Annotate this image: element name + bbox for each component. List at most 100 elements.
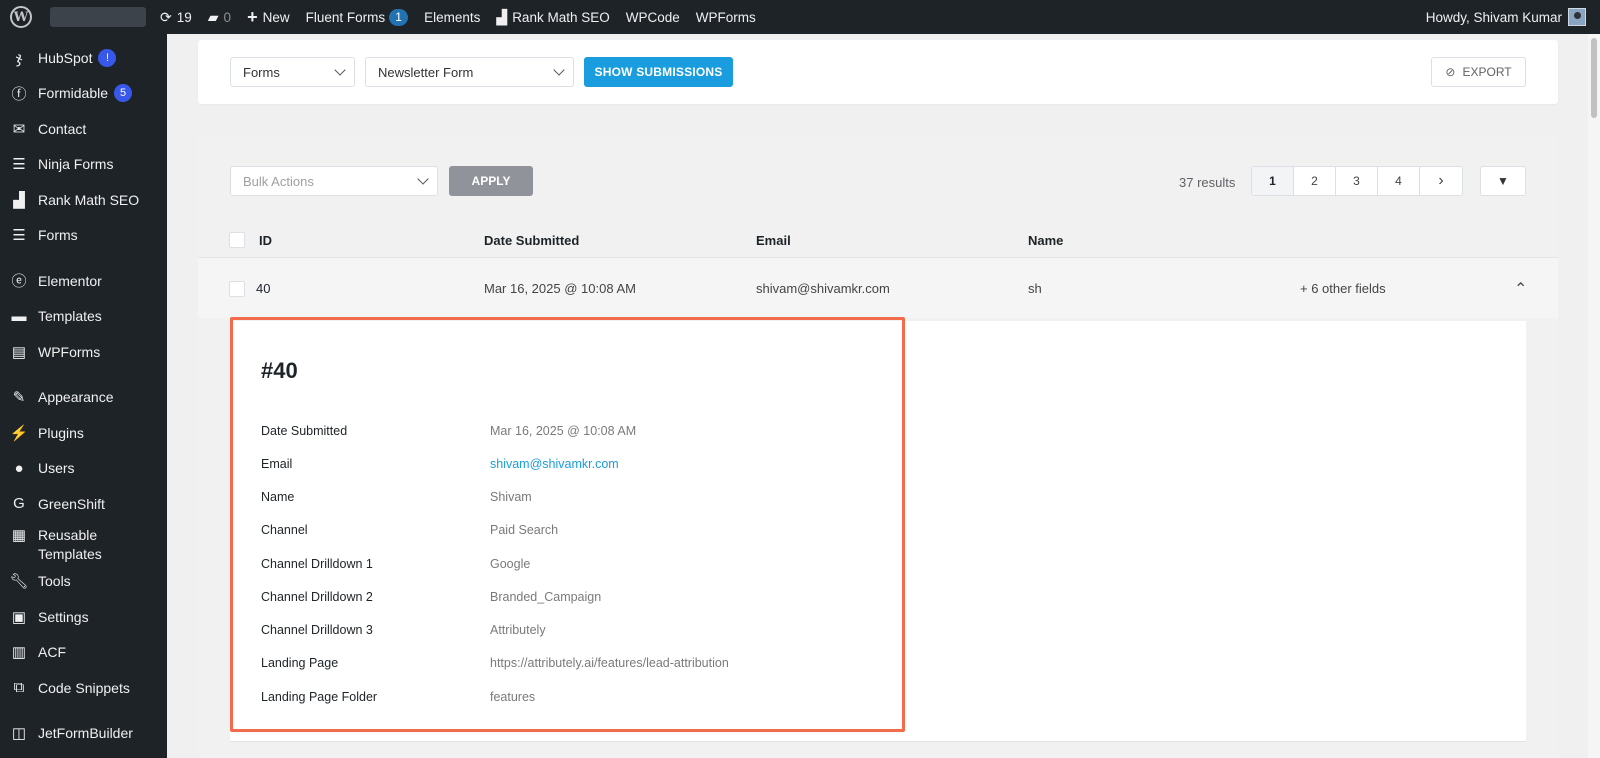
- row-email: shivam@shivamkr.com: [756, 281, 890, 296]
- sidebar-item-reusable-templates[interactable]: ▦ Reusable Templates: [0, 522, 167, 564]
- sidebar-item-greenshift[interactable]: G GreenShift: [0, 486, 167, 522]
- sidebar-item-label: Reusable Templates: [38, 526, 102, 562]
- folder-icon: ▬: [11, 307, 27, 325]
- new-content-menu[interactable]: + New: [239, 0, 298, 34]
- sidebar-item-wpforms[interactable]: ▤ WPForms: [0, 334, 167, 370]
- apply-button[interactable]: APPLY: [449, 166, 533, 196]
- column-header-id[interactable]: ID: [259, 233, 272, 248]
- highlight-annotation-box: [230, 317, 905, 732]
- chevron-right-icon: ›: [1438, 172, 1444, 189]
- sidebar-item-label: Rank Math SEO: [38, 191, 140, 208]
- brush-icon: ✎: [12, 389, 26, 407]
- comment-icon: ▰: [207, 8, 219, 25]
- greenshift-icon: G: [13, 495, 25, 513]
- paperclip-icon: ⊘: [1445, 65, 1456, 79]
- updates-count: 19: [176, 9, 192, 25]
- sidebar-item-rank-math[interactable]: ▟ Rank Math SEO: [0, 182, 167, 218]
- rank-math-label: Rank Math SEO: [512, 9, 610, 25]
- rank-math-menu[interactable]: ▟ Rank Math SEO: [488, 0, 617, 34]
- comments-count: 0: [223, 9, 232, 25]
- sidebar-item-appearance[interactable]: ✎ Appearance: [0, 380, 167, 416]
- sidebar-item-elementor[interactable]: ⓔ Elementor: [0, 263, 167, 299]
- new-label: New: [262, 9, 290, 25]
- form-select[interactable]: Newsletter Form: [365, 57, 574, 87]
- elements-menu[interactable]: Elements: [416, 0, 488, 34]
- forms-select-value: Forms: [243, 64, 280, 80]
- forms-select[interactable]: Forms: [230, 57, 355, 87]
- avatar: [1568, 8, 1586, 26]
- hubspot-icon: ჯ: [15, 49, 23, 67]
- admin-sidebar: ჯ HubSpot ! ⓕ Formidable 5 ✉ Contact ☰ N…: [0, 34, 167, 758]
- settings-icon: ▣: [11, 608, 27, 626]
- sidebar-item-tools[interactable]: 🔧︎ Tools: [0, 564, 167, 600]
- sidebar-item-ninja-forms[interactable]: ☰ Ninja Forms: [0, 147, 167, 183]
- notification-badge: 5: [114, 84, 133, 103]
- sidebar-item-label: Contact: [38, 120, 87, 137]
- wpcode-menu[interactable]: WPCode: [618, 0, 688, 34]
- chevron-down-icon: [334, 64, 346, 76]
- column-header-email[interactable]: Email: [756, 233, 791, 248]
- column-header-date[interactable]: Date Submitted: [484, 233, 579, 248]
- sidebar-item-users[interactable]: ● Users: [0, 451, 167, 487]
- form-list-icon: ☰: [12, 227, 26, 245]
- chevron-up-icon: ⌃: [1514, 281, 1528, 298]
- collapse-row-button[interactable]: ⌃: [1514, 279, 1527, 299]
- filter-button[interactable]: ▼: [1480, 166, 1526, 196]
- next-page-button[interactable]: ›: [1420, 167, 1462, 195]
- export-button[interactable]: ⊘ EXPORT: [1431, 57, 1526, 87]
- updates-menu[interactable]: ⟳ 19: [152, 0, 200, 34]
- sidebar-item-acf[interactable]: ▥ ACF: [0, 635, 167, 671]
- code-icon: ⧉: [13, 679, 25, 697]
- sidebar-item-label: Settings: [38, 608, 89, 625]
- fluent-forms-menu[interactable]: Fluent Forms 1: [298, 0, 417, 34]
- sidebar-item-jetformbuilder[interactable]: ◫ JetFormBuilder: [0, 716, 167, 752]
- formidable-icon: ⓕ: [11, 85, 27, 103]
- select-all-checkbox[interactable]: [229, 232, 245, 248]
- results-count: 37 results: [1179, 175, 1236, 190]
- wordpress-logo-menu[interactable]: W: [4, 0, 38, 34]
- elements-label: Elements: [424, 9, 481, 25]
- wrench-icon: 🔧︎: [9, 573, 29, 591]
- sidebar-item-templates[interactable]: ▬ Templates: [0, 299, 167, 335]
- page-button-1[interactable]: 1: [1252, 167, 1294, 195]
- account-menu[interactable]: Howdy, Shivam Kumar: [1426, 8, 1600, 26]
- wpcode-label: WPCode: [625, 9, 680, 25]
- row-other-fields[interactable]: + 6 other fields: [1300, 281, 1386, 296]
- sidebar-item-label: Elementor: [38, 272, 102, 289]
- sidebar-item-forms[interactable]: ☰ Forms: [0, 218, 167, 254]
- form-select-value: Newsletter Form: [378, 64, 474, 80]
- row-checkbox[interactable]: [229, 281, 245, 297]
- chevron-down-icon: [553, 64, 565, 76]
- column-header-name[interactable]: Name: [1028, 233, 1063, 248]
- sidebar-item-label: JetFormBuilder: [38, 725, 133, 742]
- page-button-4[interactable]: 4: [1378, 167, 1420, 195]
- sidebar-item-formidable[interactable]: ⓕ Formidable 5: [0, 76, 167, 112]
- page-scrollbar[interactable]: [1588, 34, 1600, 758]
- page-button-2[interactable]: 2: [1294, 167, 1336, 195]
- sidebar-item-plugins[interactable]: ⚡ Plugins: [0, 415, 167, 451]
- comments-menu[interactable]: ▰ 0: [200, 0, 239, 34]
- row-date: Mar 16, 2025 @ 10:08 AM: [484, 281, 636, 296]
- filter-icon: ▼: [1497, 174, 1509, 188]
- sidebar-item-label: Ninja Forms: [38, 156, 114, 173]
- sidebar-item-label: Plugins: [38, 424, 84, 441]
- page-button-3[interactable]: 3: [1336, 167, 1378, 195]
- sidebar-item-label: Templates: [38, 308, 102, 325]
- sidebar-item-label: ACF: [38, 644, 66, 661]
- sidebar-item-settings[interactable]: ▣ Settings: [0, 599, 167, 635]
- sidebar-item-label: Users: [38, 460, 75, 477]
- chart-icon: ▟: [496, 8, 508, 25]
- sidebar-item-code-snippets[interactable]: ⧉ Code Snippets: [0, 670, 167, 706]
- plus-icon: +: [247, 6, 258, 27]
- chart-icon: ▟: [13, 191, 25, 209]
- wpforms-menu[interactable]: WPForms: [688, 0, 764, 34]
- sidebar-item-hubspot[interactable]: ჯ HubSpot !: [0, 40, 167, 76]
- site-name-redacted[interactable]: [50, 7, 146, 27]
- jet-icon: ◫: [11, 725, 27, 743]
- sidebar-item-contact[interactable]: ✉ Contact: [0, 111, 167, 147]
- row-name: sh: [1028, 281, 1042, 296]
- show-submissions-button[interactable]: SHOW SUBMISSIONS: [584, 57, 733, 87]
- sidebar-item-label: Appearance: [38, 389, 114, 406]
- scrollbar-thumb[interactable]: [1591, 38, 1597, 118]
- bulk-actions-select[interactable]: Bulk Actions: [230, 166, 438, 196]
